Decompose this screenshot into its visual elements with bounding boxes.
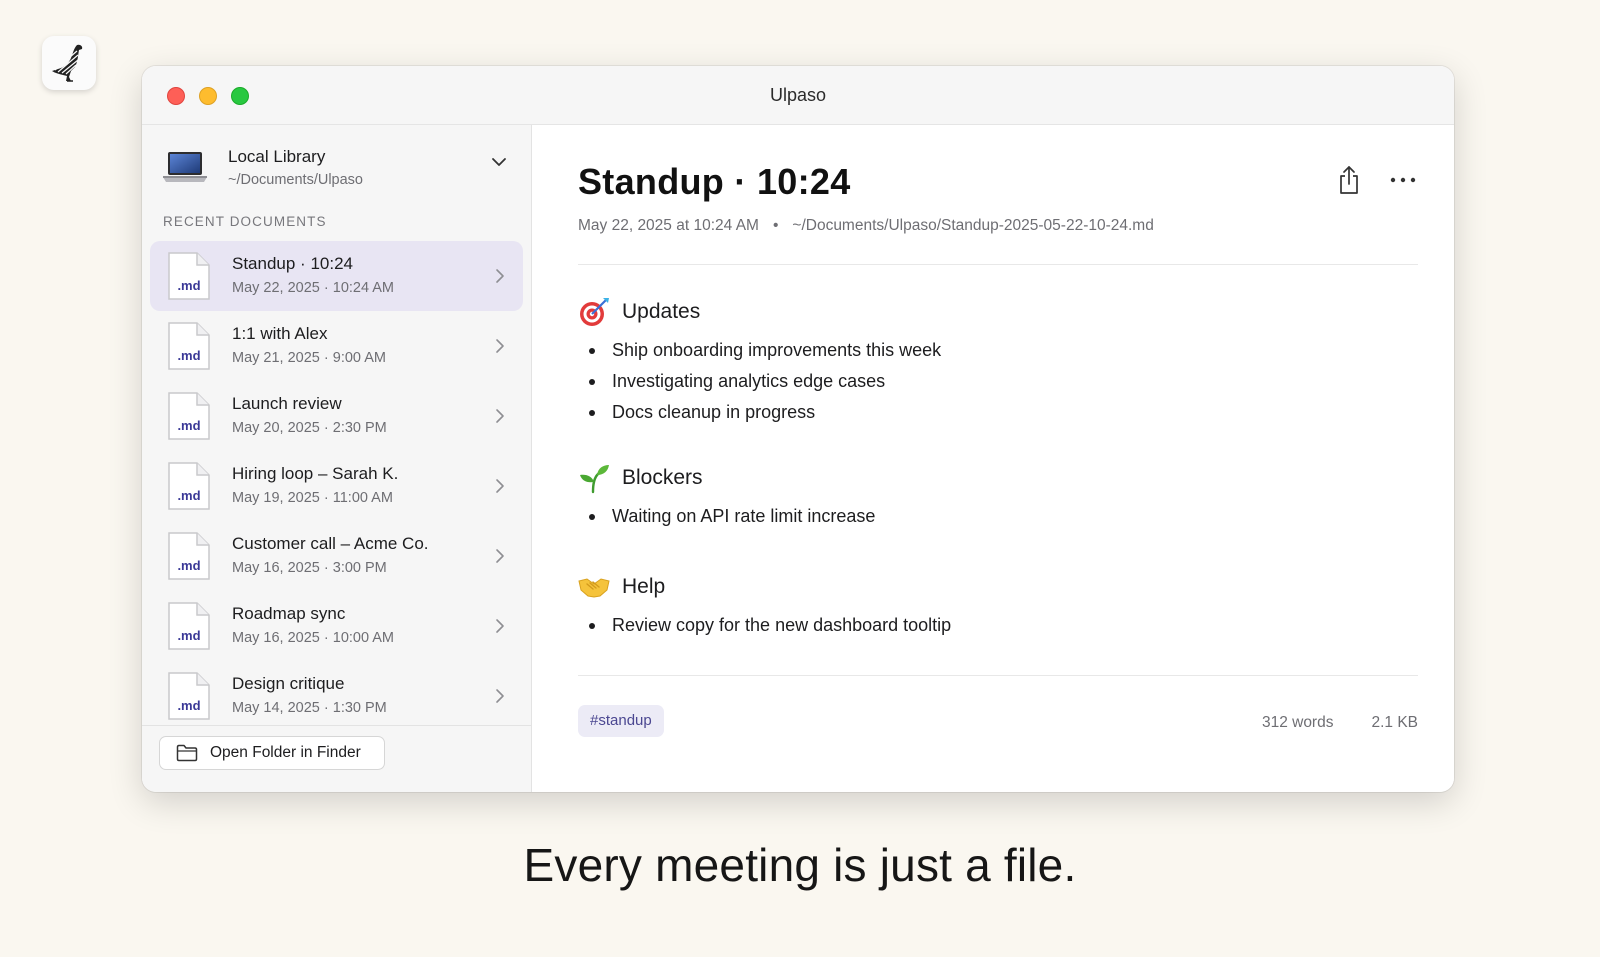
document-list-item[interactable]: .md Launch review May 20, 2025 · 2:30 PM: [150, 381, 523, 451]
document-title: Launch review: [232, 394, 342, 413]
bullet-item: Ship onboarding improvements this week: [578, 335, 941, 366]
updates-section: Updates Ship onboarding improvements thi…: [578, 295, 941, 428]
bullet-list: Ship onboarding improvements this week I…: [578, 335, 941, 428]
document-title: Customer call – Acme Co.: [232, 534, 429, 553]
markdown-file-icon: .md: [168, 532, 210, 580]
document-date: May 21, 2025 · 9:00 AM: [232, 350, 386, 366]
title-bar: Ulpaso: [142, 66, 1454, 125]
chevron-right-icon: [496, 269, 504, 283]
sidebar-footer-divider: [142, 725, 531, 726]
bird-logo-icon: [52, 44, 83, 82]
document-list-item[interactable]: .md Standup · 10:24 May 22, 2025 · 10:24…: [150, 241, 523, 311]
open-folder-label: Open Folder in Finder: [210, 744, 361, 761]
bullet-list: Review copy for the new dashboard toolti…: [578, 610, 951, 641]
bullet-item: Docs cleanup in progress: [578, 397, 941, 428]
help-section: Help Review copy for the new dashboard t…: [578, 570, 951, 641]
open-folder-button[interactable]: Open Folder in Finder: [159, 736, 385, 770]
recent-documents-label: RECENT DOCUMENTS: [163, 214, 327, 229]
more-options-icon[interactable]: [1390, 165, 1416, 195]
chevron-right-icon: [496, 409, 504, 423]
bullet-item: Waiting on API rate limit increase: [578, 501, 875, 532]
document-list-item[interactable]: .md 1:1 with Alex May 21, 2025 · 9:00 AM: [150, 311, 523, 381]
handshake-icon: [578, 571, 610, 603]
sidebar: Local Library ~/Documents/Ulpaso RECENT …: [142, 125, 532, 792]
blockers-section: Blockers Waiting on API rate limit incre…: [578, 461, 875, 532]
document-date: May 16, 2025 · 10:00 AM: [232, 630, 395, 646]
document-date: May 19, 2025 · 11:00 AM: [232, 490, 393, 506]
tagline: Every meeting is just a file.: [523, 839, 1077, 891]
document-date: May 20, 2025 · 2:30 PM: [232, 420, 387, 436]
document-date: May 14, 2025 · 1:30 PM: [232, 700, 387, 716]
chevron-right-icon: [496, 549, 504, 563]
divider: [578, 675, 1418, 676]
app-icon[interactable]: [42, 36, 96, 90]
document-title: Design critique: [232, 674, 345, 693]
document-title: 1:1 with Alex: [232, 324, 328, 343]
markdown-file-icon: .md: [168, 672, 210, 720]
document-meta: May 22, 2025 at 10:24 AM • ~/Documents/Ulp…: [578, 217, 1154, 235]
bullet-list: Waiting on API rate limit increase: [578, 501, 875, 532]
document-heading: Standup · 10:24: [578, 161, 851, 202]
divider: [578, 264, 1418, 265]
file-badge: .md: [177, 558, 200, 573]
target-icon: [578, 296, 610, 328]
section-heading: Help: [622, 575, 666, 598]
file-badge: .md: [177, 348, 200, 363]
markdown-file-icon: .md: [168, 462, 210, 510]
document-created-date: May 22, 2025 at 10:24 AM: [578, 217, 759, 234]
seedling-icon: [578, 462, 610, 494]
window-title: Ulpaso: [769, 85, 827, 105]
file-badge: .md: [177, 698, 200, 713]
chevron-right-icon: [496, 479, 504, 493]
bullet-item: Review copy for the new dashboard toolti…: [578, 610, 951, 641]
document-path: ~/Documents/Ulpaso/Standup-2025-05-22-10…: [792, 217, 1154, 234]
document-title: Standup · 10:24: [232, 254, 353, 273]
file-badge: .md: [177, 278, 200, 293]
recent-documents-list: .md Standup · 10:24 May 22, 2025 · 10:24…: [150, 241, 523, 731]
library-path: ~/Documents/Ulpaso: [228, 172, 363, 188]
chevron-right-icon: [496, 339, 504, 353]
document-list-item[interactable]: .md Roadmap sync May 16, 2025 · 10:00 AM: [150, 591, 523, 661]
chevron-right-icon: [496, 689, 504, 703]
document-list-item[interactable]: .md Hiring loop – Sarah K. May 19, 2025 …: [150, 451, 523, 521]
document-title: Roadmap sync: [232, 604, 346, 623]
tag-chip[interactable]: #standup: [578, 705, 664, 737]
chevron-down-icon[interactable]: [491, 157, 507, 167]
document-date: May 22, 2025 · 10:24 AM: [232, 280, 395, 296]
document-list-item[interactable]: .md Customer call – Acme Co. May 16, 202…: [150, 521, 523, 591]
meta-separator: •: [772, 217, 779, 234]
bullet-item: Investigating analytics edge cases: [578, 366, 941, 397]
document-pane: Standup · 10:24 May 22, 2025 at 10:24 AM…: [532, 125, 1454, 792]
word-count: 312 words: [1261, 714, 1334, 731]
section-heading: Updates: [622, 300, 701, 323]
folder-icon: [176, 744, 198, 762]
markdown-file-icon: .md: [168, 602, 210, 650]
laptop-icon: [163, 152, 207, 182]
chevron-right-icon: [496, 619, 504, 633]
library-selector[interactable]: Local Library ~/Documents/Ulpaso: [162, 143, 507, 193]
document-title: Hiring loop – Sarah K.: [232, 464, 399, 483]
file-badge: .md: [177, 628, 200, 643]
app-window: Ulpaso Local Library ~/Documents/Ulpaso …: [142, 66, 1454, 792]
document-date: May 16, 2025 · 3:00 PM: [232, 560, 387, 576]
library-name: Local Library: [228, 147, 326, 166]
file-badge: .md: [177, 488, 200, 503]
document-stats: 312 words 2.1 KB: [1262, 714, 1418, 732]
document-list-item[interactable]: .md Design critique May 14, 2025 · 1:30 …: [150, 661, 523, 731]
file-size: 2.1 KB: [1371, 714, 1418, 731]
markdown-file-icon: .md: [168, 392, 210, 440]
markdown-file-icon: .md: [168, 252, 210, 300]
file-badge: .md: [177, 418, 200, 433]
share-icon[interactable]: [1336, 165, 1362, 195]
markdown-file-icon: .md: [168, 322, 210, 370]
section-heading: Blockers: [622, 466, 703, 489]
